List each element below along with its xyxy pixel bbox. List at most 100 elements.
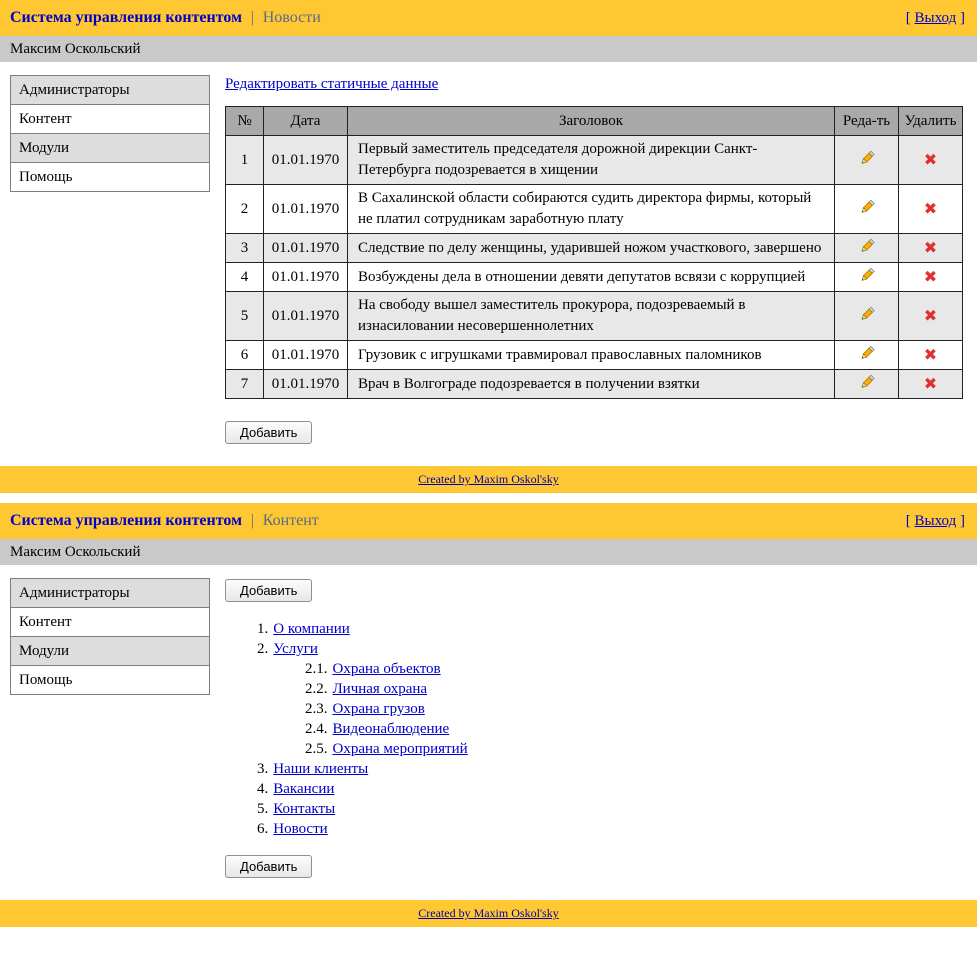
edit-cell [835, 263, 899, 292]
sidebar-item-administrators[interactable]: Администраторы [10, 75, 210, 105]
edit-cell [835, 136, 899, 185]
table-row: 1 01.01.1970 Первый заместитель председа… [226, 136, 963, 185]
add-news-button[interactable]: Добавить [225, 421, 312, 444]
edit-cell [835, 292, 899, 341]
row-title: В Сахалинской области собираются судить … [348, 185, 835, 234]
app-title: Система управления контентом [10, 9, 242, 26]
row-title: Следствие по делу женщины, ударившей нож… [348, 234, 835, 263]
section-name-content: Контент [263, 512, 319, 529]
content-page-link[interactable]: Контакты [273, 801, 335, 817]
content-page-link[interactable]: Вакансии [273, 781, 334, 797]
table-header-row: № Дата Заголовок Реда-ть Удалить [226, 107, 963, 136]
item-number: 4. [257, 781, 268, 797]
item-number: 3. [257, 761, 268, 777]
header-title-group: Система управления контентом | Новости [10, 9, 321, 27]
content-page-link[interactable]: Охрана грузов [333, 701, 425, 717]
content-page-link[interactable]: Охрана мероприятий [333, 741, 468, 757]
item-number: 2. [257, 641, 268, 657]
content-page-link[interactable]: Новости [273, 821, 327, 837]
content-page-link[interactable]: Личная охрана [333, 681, 428, 697]
edit-cell [835, 370, 899, 399]
delete-icon[interactable]: ✖ [924, 199, 937, 218]
app-header-news: Система управления контентом | Новости [… [0, 0, 977, 36]
content-page-link[interactable]: Услуги [273, 641, 318, 657]
delete-cell: ✖ [899, 292, 963, 341]
item-number: 2.2. [305, 681, 328, 697]
logout-label: Выход [915, 513, 957, 529]
footer-news: Created by Maxim Oskol'sky [0, 466, 977, 493]
app-title: Система управления контентом [10, 512, 242, 529]
edit-icon[interactable] [859, 238, 875, 254]
content-page-link[interactable]: Охрана объектов [333, 661, 441, 677]
content-item: 2.1.Охрана объектов [305, 659, 963, 679]
table-row: 7 01.01.1970 Врач в Волгограде подозрева… [226, 370, 963, 399]
content-page-link[interactable]: Наши клиенты [273, 761, 368, 777]
table-row: 5 01.01.1970 На свободу вышел заместител… [226, 292, 963, 341]
delete-icon[interactable]: ✖ [924, 306, 937, 325]
edit-icon[interactable] [859, 267, 875, 283]
content-item: 4. Вакансии [257, 779, 963, 799]
credits-link[interactable]: Created by Maxim Oskol'sky [418, 906, 558, 921]
edit-icon[interactable] [859, 306, 875, 322]
row-title: Первый заместитель председателя дорожной… [348, 136, 835, 185]
content-page-link[interactable]: Видеонаблюдение [333, 721, 450, 737]
content-page-link[interactable]: О компании [273, 621, 350, 637]
item-number: 6. [257, 821, 268, 837]
content-item: 5.Контакты [257, 799, 963, 819]
row-date: 01.01.1970 [264, 263, 348, 292]
delete-icon[interactable]: ✖ [924, 374, 937, 393]
logout-link[interactable]: [ Выход ] [906, 10, 965, 27]
edit-icon[interactable] [859, 199, 875, 215]
sidebar-item-help[interactable]: Помощь [10, 162, 210, 192]
item-number: 2.5. [305, 741, 328, 757]
user-bar-news: Максим Оскольский [0, 36, 977, 62]
delete-cell: ✖ [899, 136, 963, 185]
sidebar-item-content[interactable]: Контент [10, 607, 210, 637]
item-number: 2.4. [305, 721, 328, 737]
row-date: 01.01.1970 [264, 185, 348, 234]
row-number: 2 [226, 185, 264, 234]
delete-icon[interactable]: ✖ [924, 238, 937, 257]
delete-cell: ✖ [899, 234, 963, 263]
row-date: 01.01.1970 [264, 292, 348, 341]
sidebar-menu-news: Администраторы Контент Модули Помощь [10, 75, 210, 192]
content-item: 2.5. Охрана мероприятий [305, 739, 963, 759]
delete-icon[interactable]: ✖ [924, 267, 937, 286]
footer-content: Created by Maxim Oskol'sky [0, 900, 977, 927]
add-content-button-bottom[interactable]: Добавить [225, 855, 312, 878]
sidebar-item-help[interactable]: Помощь [10, 665, 210, 695]
sidebar-item-administrators[interactable]: Администраторы [10, 578, 210, 608]
row-number: 6 [226, 341, 264, 370]
content-item: 6. Новости [257, 819, 963, 839]
sidebar-item-modules[interactable]: Модули [10, 133, 210, 163]
edit-icon[interactable] [859, 150, 875, 166]
user-name: Максим Оскольский [10, 544, 140, 561]
row-number: 5 [226, 292, 264, 341]
news-table: № Дата Заголовок Реда-ть Удалить 1 01.01… [225, 106, 963, 399]
row-title: Грузовик с игрушками травмировал правосл… [348, 341, 835, 370]
sidebar-menu-content: Администраторы Контент Модули Помощь [10, 578, 210, 695]
edit-cell [835, 234, 899, 263]
content-item: 3. Наши клиенты [257, 759, 963, 779]
content-item: 1.О компании [257, 619, 963, 639]
col-header-edit: Реда-ть [835, 107, 899, 136]
row-number: 4 [226, 263, 264, 292]
item-number: 2.3. [305, 701, 328, 717]
row-number: 7 [226, 370, 264, 399]
add-content-button-top[interactable]: Добавить [225, 579, 312, 602]
edit-static-data-link[interactable]: Редактировать статичные данные [225, 76, 438, 93]
section-name-news: Новости [263, 9, 321, 26]
table-row: 3 01.01.1970 Следствие по делу женщины, … [226, 234, 963, 263]
delete-icon[interactable]: ✖ [924, 150, 937, 169]
col-header-number: № [226, 107, 264, 136]
user-bar-content: Максим Оскольский [0, 539, 977, 565]
edit-icon[interactable] [859, 374, 875, 390]
table-row: 4 01.01.1970 Возбуждены дела в отношении… [226, 263, 963, 292]
logout-link[interactable]: [ Выход ] [906, 513, 965, 530]
sidebar-item-content[interactable]: Контент [10, 104, 210, 134]
delete-icon[interactable]: ✖ [924, 345, 937, 364]
edit-icon[interactable] [859, 345, 875, 361]
credits-link[interactable]: Created by Maxim Oskol'sky [418, 472, 558, 487]
sidebar-item-modules[interactable]: Модули [10, 636, 210, 666]
row-title: Врач в Волгограде подозревается в получе… [348, 370, 835, 399]
